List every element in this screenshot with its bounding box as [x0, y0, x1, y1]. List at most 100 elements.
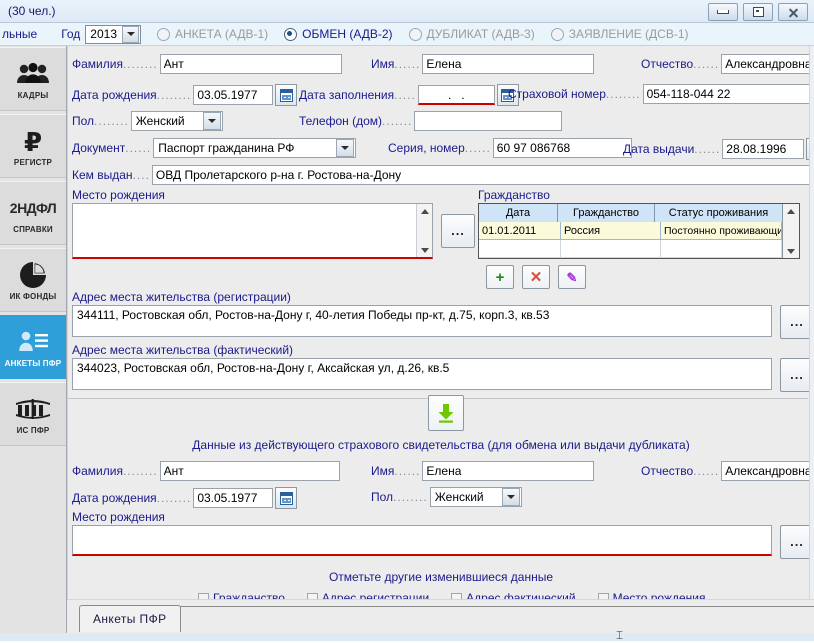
field-gender: Пол ........ Женский — [72, 111, 223, 131]
sidebar-item-label: ИК ФОНДЫ — [9, 291, 57, 301]
calendar-icon[interactable] — [275, 487, 298, 509]
issued-by-input[interactable] — [151, 165, 812, 185]
chevron-down-icon — [336, 139, 355, 157]
add-row-button[interactable]: + — [486, 265, 514, 289]
field-issue-date: Дата выдачи ...... — [623, 138, 814, 160]
radio-obmen-adv2[interactable]: ОБМЕН (АДВ-2) — [284, 27, 393, 41]
scroll-down-icon[interactable] — [783, 244, 799, 258]
citizenship-scrollbar[interactable] — [782, 204, 799, 258]
gender-select[interactable]: Женский — [130, 111, 223, 131]
cert-patronymic-input[interactable] — [721, 461, 814, 481]
changed-data-checkboxes: Гражданство Адрес регистрации Адрес факт… — [198, 591, 706, 599]
citizenship-table[interactable]: Дата Гражданство Статус проживания 01.01… — [478, 203, 800, 259]
radio-zayavlenie-dsv1[interactable]: ЗАЯВЛЕНИЕ (ДСВ-1) — [550, 27, 689, 41]
minimize-icon — [717, 10, 729, 14]
surname-input[interactable] — [159, 54, 342, 74]
scroll-up-icon[interactable] — [783, 204, 799, 218]
label-dots: ...... — [394, 464, 421, 478]
label-dots: ........ — [156, 491, 192, 505]
close-button[interactable] — [778, 3, 808, 21]
pie-chart-icon — [19, 260, 47, 290]
gender-value: Женский — [135, 114, 185, 128]
sidebar-item-label: СПРАВКИ — [13, 224, 53, 234]
citizenship-actions: + ✕ ✎ — [486, 265, 586, 289]
address-actual-label: Адрес места жительства (фактический) — [72, 343, 294, 357]
field-phone-home: Телефон (дом) ....... — [299, 111, 563, 131]
firstname-input[interactable] — [422, 54, 595, 74]
sidebar: КАДРЫ ₽ РЕГИСТР 2НДФЛ СПРАВКИ ИК ФОНДЫ А… — [0, 46, 67, 633]
delete-row-button[interactable]: ✕ — [522, 265, 550, 289]
filldate-input[interactable] — [417, 85, 495, 105]
people-icon — [16, 59, 50, 89]
address-actual-textarea[interactable]: 344023, Ростовская обл, Ростов-на-Дону г… — [72, 358, 772, 390]
calendar-icon[interactable] — [275, 84, 298, 106]
window-title: (30 чел.) — [8, 4, 56, 18]
birthplace-browse-button[interactable]: ... — [441, 214, 475, 248]
cert-patronymic-label: Отчество — [641, 464, 694, 478]
table-row[interactable]: 01.01.2011 Россия Постоянно проживающий — [479, 222, 782, 240]
table-row[interactable] — [479, 240, 782, 258]
cert-surname-label: Фамилия — [72, 464, 123, 478]
restore-button[interactable] — [743, 3, 773, 21]
sidebar-item-is-pfr[interactable]: ИС ПФР — [0, 382, 66, 446]
radio-dublikat-adv3[interactable]: ДУБЛИКАТ (АДВ-3) — [408, 27, 535, 41]
minimize-button[interactable] — [708, 3, 738, 21]
issue-date-input[interactable] — [722, 139, 805, 159]
cert-gender-select[interactable]: Женский — [429, 487, 522, 507]
cert-firstname-label: Имя — [371, 464, 395, 478]
label-dots: ..... — [394, 88, 416, 102]
tab-ankety-pfr[interactable]: Анкеты ПФР — [79, 605, 181, 632]
cert-firstname-input[interactable] — [422, 461, 595, 481]
pfr-logo-icon — [14, 394, 52, 424]
close-icon — [788, 7, 799, 18]
document-select[interactable]: Паспорт гражданина РФ — [153, 138, 357, 158]
label-dots: ...... — [464, 141, 491, 155]
field-address-actual: 344023, Ростовская обл, Ростов-на-Дону г… — [72, 358, 814, 392]
cert-surname-input[interactable] — [159, 461, 340, 481]
cert-birthdate-input[interactable] — [193, 488, 274, 508]
body-row: КАДРЫ ₽ РЕГИСТР 2НДФЛ СПРАВКИ ИК ФОНДЫ А… — [0, 46, 814, 633]
download-arrow-icon — [438, 404, 454, 423]
sidebar-item-kadry[interactable]: КАДРЫ — [0, 47, 66, 111]
series-number-label: Серия, номер — [388, 141, 465, 155]
phone-home-input[interactable] — [414, 111, 563, 131]
field-issued-by: Кем выдан .... — [72, 165, 812, 185]
field-birthplace: ... — [72, 203, 475, 259]
label-dots: ........ — [156, 88, 192, 102]
address-registration-label: Адрес места жительства (регистрации) — [72, 290, 291, 304]
sidebar-item-ankety-pfr[interactable]: АНКЕТЫ ПФР — [0, 315, 66, 379]
copy-down-button[interactable] — [428, 395, 464, 431]
ruble-icon: ₽ — [20, 126, 46, 156]
patronymic-label: Отчество — [641, 57, 694, 71]
birthplace-scrollbar[interactable] — [416, 204, 432, 257]
sidebar-item-spravki[interactable]: 2НДФЛ СПРАВКИ — [0, 181, 66, 245]
label-dots: ...... — [394, 57, 421, 71]
sidebar-item-registr[interactable]: ₽ РЕГИСТР — [0, 114, 66, 178]
field-birthdate: Дата рождения ........ — [72, 84, 298, 106]
form-vertical-scrollbar[interactable] — [809, 46, 814, 599]
patronymic-input[interactable] — [721, 54, 814, 74]
scroll-down-icon[interactable] — [417, 243, 432, 257]
series-number-input[interactable] — [492, 138, 632, 158]
scroll-up-icon[interactable] — [417, 204, 432, 218]
field-patronymic: Отчество ...... — [641, 54, 814, 74]
year-label: Год — [61, 27, 81, 41]
edit-row-button[interactable]: ✎ — [558, 265, 586, 289]
sidebar-item-label: ИС ПФР — [16, 425, 50, 435]
cert-field-patronymic: Отчество ...... — [641, 461, 814, 481]
sidebar-item-ik-fondy[interactable]: ИК ФОНДЫ — [0, 248, 66, 312]
address-registration-value: 344111, Ростовская обл, Ростов-на-Дону г… — [77, 308, 550, 322]
birthplace-textarea[interactable] — [72, 203, 433, 259]
filldate-label: Дата заполнения — [299, 88, 395, 102]
radio-anketa-adv1[interactable]: АНКЕТА (АДВ-1) — [157, 27, 268, 41]
sidebar-item-label: РЕГИСТР — [13, 157, 53, 167]
cert-birthplace-label: Место рождения — [72, 510, 165, 524]
cert-birthplace-textarea[interactable] — [72, 525, 772, 556]
birthdate-input[interactable] — [193, 85, 274, 105]
chevron-down-icon — [122, 25, 139, 43]
issued-by-label: Кем выдан — [72, 168, 133, 182]
address-registration-textarea[interactable]: 344111, Ростовская обл, Ростов-на-Дону г… — [72, 305, 772, 337]
truncated-tab-label: льные — [2, 27, 38, 41]
year-select[interactable]: 2013 — [85, 24, 141, 44]
insurance-number-input[interactable] — [642, 84, 814, 104]
